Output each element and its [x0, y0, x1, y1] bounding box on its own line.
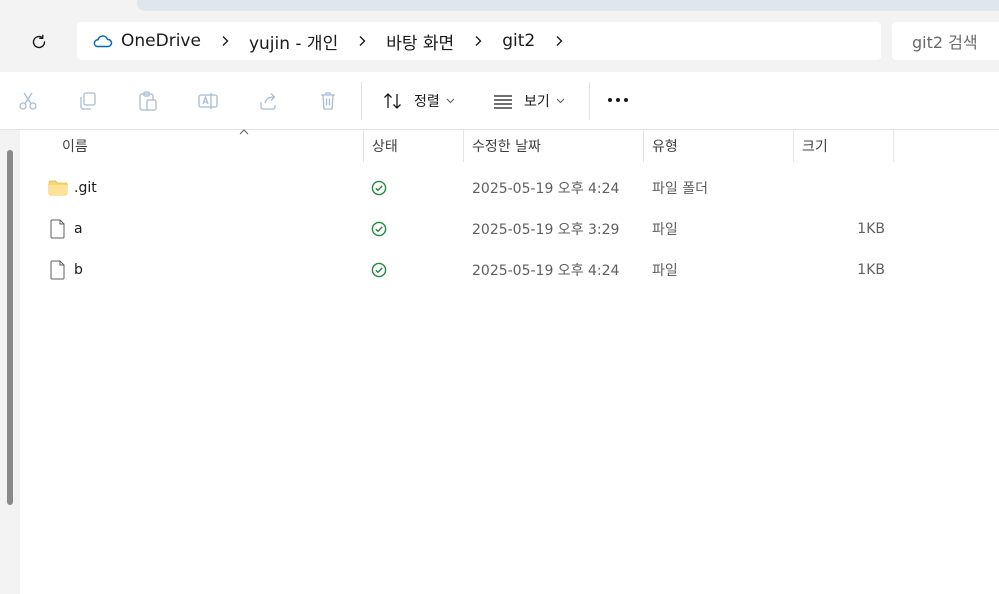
column-header-name[interactable]: 이름: [54, 129, 364, 162]
file-size: 1KB: [857, 261, 885, 278]
search-placeholder: git2 검색: [912, 33, 978, 52]
file-type: 파일: [652, 262, 678, 279]
sync-ok-icon: [371, 221, 387, 236]
file-list: 이름 상태 수정한 날짜 유형 크기 .git 2025-05-19 오후 4:…: [20, 129, 999, 594]
file-size: [795, 167, 885, 208]
file-type: 파일: [652, 221, 678, 238]
sync-status-cell: [371, 167, 387, 208]
tab-strip-edge: [137, 0, 999, 11]
view-button[interactable]: 보기: [492, 89, 565, 113]
file-type: 파일 폴더: [652, 180, 708, 197]
sort-ascending-caret-icon: [239, 129, 249, 135]
file-name-cell[interactable]: a: [48, 208, 83, 249]
chevron-down-icon: [446, 98, 455, 104]
column-label: 유형: [652, 139, 678, 155]
table-row[interactable]: a 2025-05-19 오후 3:29 파일 1KB: [20, 208, 999, 249]
more-dot-icon: [616, 98, 620, 102]
refresh-button[interactable]: [26, 29, 52, 55]
search-input[interactable]: git2 검색: [892, 22, 999, 60]
column-header-type[interactable]: 유형: [644, 130, 794, 162]
breadcrumb-onedrive[interactable]: OneDrive: [121, 31, 201, 51]
view-label: 보기: [524, 94, 550, 110]
breadcrumb-git2[interactable]: git2: [502, 31, 535, 51]
sync-ok-icon: [371, 180, 387, 195]
file-name-cell[interactable]: .git: [48, 167, 97, 208]
breadcrumb-desktop[interactable]: 바탕 화면: [386, 29, 454, 54]
address-bar-area: OneDrive yujin - 개인 바탕 화면 git2 git2 검색: [0, 0, 999, 72]
clipboard-icon: [139, 91, 157, 111]
file-name: a: [74, 220, 83, 237]
rename-button[interactable]: [196, 89, 220, 113]
column-label: 이름: [62, 139, 88, 155]
chevron-right-icon[interactable]: [535, 35, 583, 47]
rename-icon: [198, 93, 218, 109]
sync-status-cell: [371, 249, 387, 290]
file-name: b: [74, 261, 83, 278]
delete-button[interactable]: [316, 89, 340, 113]
modified-date: 2025-05-19 오후 4:24: [472, 180, 620, 197]
share-button[interactable]: [256, 89, 280, 113]
chevron-right-icon[interactable]: [201, 35, 249, 47]
column-label: 크기: [802, 139, 828, 155]
sort-button[interactable]: 정렬: [382, 89, 455, 113]
refresh-icon: [32, 34, 46, 49]
chevron-right-icon[interactable]: [454, 35, 502, 47]
file-name-cell[interactable]: b: [48, 249, 83, 290]
breadcrumb[interactable]: OneDrive yujin - 개인 바탕 화면 git2: [77, 22, 881, 60]
command-bar: 정렬 보기: [0, 72, 999, 130]
file-icon: [48, 260, 68, 280]
paste-button[interactable]: [136, 89, 160, 113]
breadcrumb-user[interactable]: yujin - 개인: [249, 29, 338, 54]
file-size: 1KB: [857, 220, 885, 237]
cut-button[interactable]: [16, 89, 40, 113]
sync-ok-icon: [371, 262, 387, 277]
list-view-icon: [494, 95, 512, 109]
copy-button[interactable]: [76, 89, 100, 113]
file-name: .git: [74, 179, 97, 196]
column-label: 상태: [372, 139, 398, 155]
column-header-status[interactable]: 상태: [364, 130, 464, 162]
folder-icon: [48, 180, 68, 196]
more-dot-icon: [624, 98, 628, 102]
onedrive-cloud-icon: [91, 33, 113, 49]
more-dot-icon: [608, 98, 612, 102]
more-options-button[interactable]: [608, 98, 632, 102]
sort-arrows-icon: [384, 93, 401, 109]
divider: [361, 82, 362, 120]
copy-icon: [80, 92, 96, 110]
column-label: 수정한 날짜: [472, 139, 541, 155]
file-icon: [48, 219, 68, 239]
scissors-icon: [19, 92, 37, 110]
trash-icon: [321, 92, 335, 110]
nav-scrollbar[interactable]: [7, 150, 13, 505]
sort-label: 정렬: [414, 94, 440, 110]
modified-date: 2025-05-19 오후 4:24: [472, 262, 620, 279]
column-header-modified[interactable]: 수정한 날짜: [464, 130, 644, 162]
divider: [589, 82, 590, 120]
chevron-right-icon[interactable]: [338, 35, 386, 47]
sync-status-cell: [371, 208, 387, 249]
chevron-down-icon: [556, 98, 565, 104]
modified-date: 2025-05-19 오후 3:29: [472, 221, 620, 238]
column-header-size[interactable]: 크기: [794, 130, 894, 162]
table-row[interactable]: b 2025-05-19 오후 4:24 파일 1KB: [20, 249, 999, 290]
share-icon: [260, 93, 276, 110]
table-row[interactable]: .git 2025-05-19 오후 4:24 파일 폴더: [20, 167, 999, 208]
